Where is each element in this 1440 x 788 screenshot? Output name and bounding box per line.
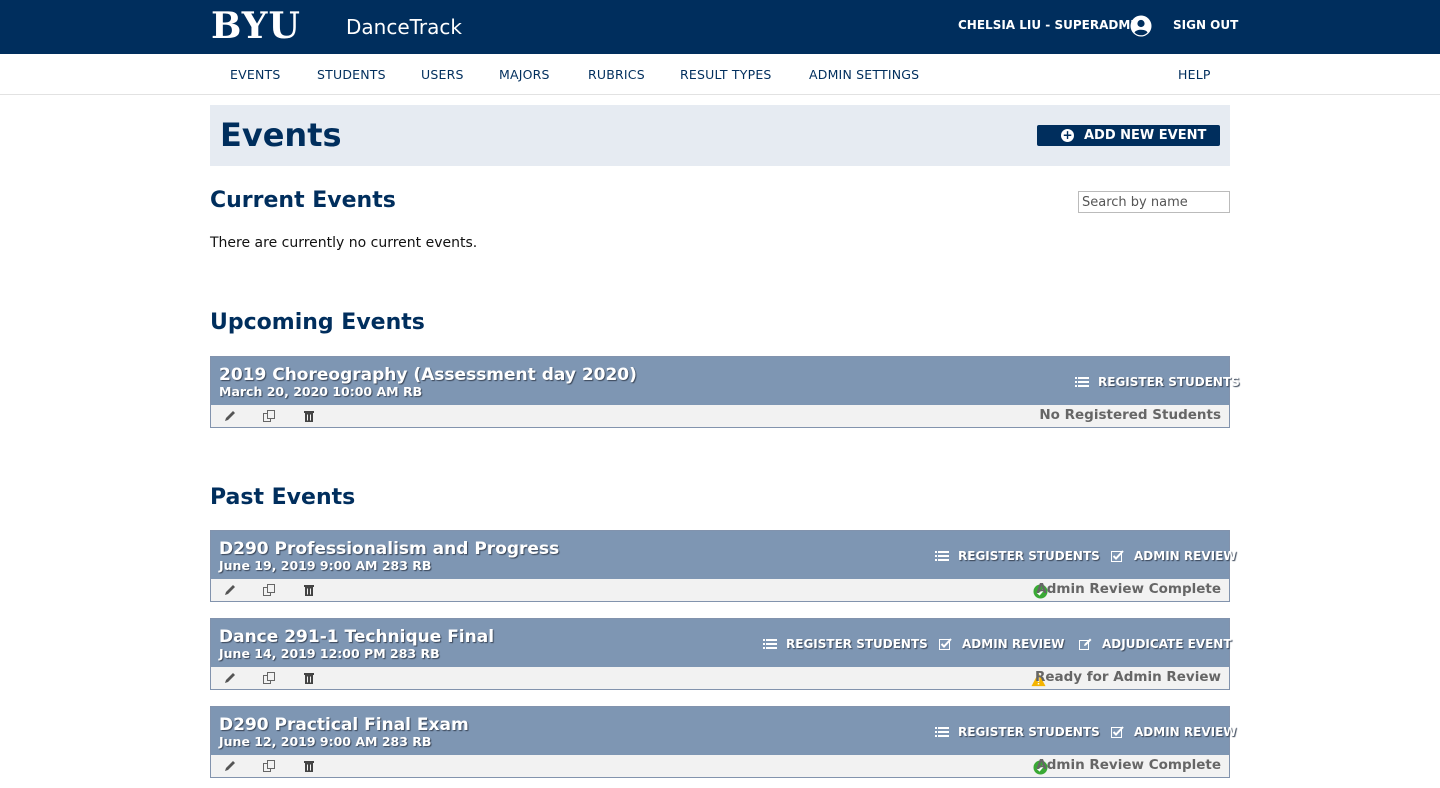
nav-events[interactable]: EVENTS xyxy=(230,67,280,83)
event-header: D290 Practical Final Exam June 12, 2019 … xyxy=(211,707,1237,755)
event-date: June 19, 2019 9:00 AM 283 RB xyxy=(219,558,432,573)
event-date: March 20, 2020 10:00 AM RB xyxy=(219,384,423,399)
checkbox-icon xyxy=(939,638,952,650)
checkbox-icon xyxy=(1111,726,1124,738)
list-icon xyxy=(1075,377,1089,387)
nav-majors[interactable]: MAJORS xyxy=(499,67,550,83)
event-title[interactable]: D290 Professionalism and Progress xyxy=(219,539,559,559)
top-bar: BYU DanceTrack CHELSIA LIU - SUPERADMIN … xyxy=(0,0,1440,54)
nav-admin-settings[interactable]: ADMIN SETTINGS xyxy=(809,67,919,83)
edit-pencil-icon[interactable] xyxy=(223,671,237,685)
event-header: D290 Professionalism and Progress June 1… xyxy=(211,531,1237,579)
current-events-title: Current Events xyxy=(210,188,396,213)
event-card: 2019 Choreography (Assessment day 2020) … xyxy=(210,356,1240,428)
event-status: No Registered Students xyxy=(1039,407,1221,423)
register-students-label: REGISTER STUDENTS xyxy=(1098,375,1240,389)
event-header: Dance 291-1 Technique Final June 14, 201… xyxy=(211,619,1232,667)
trash-icon[interactable] xyxy=(302,671,316,685)
trash-icon[interactable] xyxy=(302,409,316,423)
edit-pencil-icon[interactable] xyxy=(223,409,237,423)
byu-logo[interactable]: BYU xyxy=(211,6,301,46)
register-students-label: REGISTER STUDENTS xyxy=(786,637,928,651)
event-date: June 12, 2019 9:00 AM 283 RB xyxy=(219,734,432,749)
duplicate-icon[interactable] xyxy=(262,583,276,597)
duplicate-icon[interactable] xyxy=(262,409,276,423)
add-new-event-label: ADD NEW EVENT xyxy=(1084,128,1207,143)
search-input[interactable] xyxy=(1078,191,1230,213)
list-icon xyxy=(763,639,777,649)
page-title: Events xyxy=(220,116,342,154)
nav-rubrics[interactable]: RUBRICS xyxy=(588,67,645,83)
trash-icon[interactable] xyxy=(302,759,316,773)
main-nav: EVENTS STUDENTS USERS MAJORS RUBRICS RES… xyxy=(0,54,1440,95)
admin-review-label: ADMIN REVIEW xyxy=(1134,725,1237,739)
current-events-empty: There are currently no current events. xyxy=(210,235,478,251)
duplicate-icon[interactable] xyxy=(262,671,276,685)
event-card: D290 Practical Final Exam June 12, 2019 … xyxy=(210,706,1237,778)
page-header: Events + ADD NEW EVENT xyxy=(210,105,1230,166)
admin-review-label: ADMIN REVIEW xyxy=(1134,549,1237,563)
nav-users[interactable]: USERS xyxy=(421,67,464,83)
register-students-label: REGISTER STUDENTS xyxy=(958,549,1100,563)
duplicate-icon[interactable] xyxy=(262,759,276,773)
edit-square-icon xyxy=(1079,638,1092,650)
event-footer: Admin Review Complete xyxy=(211,755,1229,777)
list-icon xyxy=(935,551,949,561)
event-status: Ready for Admin Review xyxy=(1034,669,1221,685)
event-footer: Ready for Admin Review xyxy=(211,667,1229,689)
checkbox-icon xyxy=(1111,550,1124,562)
user-name: CHELSIA LIU - SUPERADMIN xyxy=(958,18,1145,32)
app-name[interactable]: DanceTrack xyxy=(346,15,462,39)
nav-result-types[interactable]: RESULT TYPES xyxy=(680,67,772,83)
event-title[interactable]: Dance 291-1 Technique Final xyxy=(219,627,494,647)
event-status: Admin Review Complete xyxy=(1036,581,1221,597)
upcoming-events-title: Upcoming Events xyxy=(210,310,425,335)
event-header: 2019 Choreography (Assessment day 2020) … xyxy=(211,357,1240,405)
sign-out-link[interactable]: SIGN OUT xyxy=(1173,17,1238,33)
edit-pencil-icon[interactable] xyxy=(223,583,237,597)
event-footer: Admin Review Complete xyxy=(211,579,1229,601)
event-date: June 14, 2019 12:00 PM 283 RB xyxy=(219,646,440,661)
plus-circle-icon: + xyxy=(1061,128,1074,142)
register-students-label: REGISTER STUDENTS xyxy=(958,725,1100,739)
adjudicate-event-label: ADJUDICATE EVENT xyxy=(1102,637,1232,651)
nav-help[interactable]: HELP xyxy=(1178,67,1211,83)
event-card: D290 Professionalism and Progress June 1… xyxy=(210,530,1237,602)
past-events-title: Past Events xyxy=(210,485,356,510)
event-title[interactable]: D290 Practical Final Exam xyxy=(219,715,469,735)
event-status: Admin Review Complete xyxy=(1036,757,1221,773)
trash-icon[interactable] xyxy=(302,583,316,597)
admin-review-label: ADMIN REVIEW xyxy=(962,637,1065,651)
user-avatar-icon[interactable] xyxy=(1130,15,1152,37)
edit-pencil-icon[interactable] xyxy=(223,759,237,773)
nav-students[interactable]: STUDENTS xyxy=(317,67,386,83)
event-footer: No Registered Students xyxy=(211,405,1229,427)
event-title[interactable]: 2019 Choreography (Assessment day 2020) xyxy=(219,365,637,385)
list-icon xyxy=(935,727,949,737)
event-card: Dance 291-1 Technique Final June 14, 201… xyxy=(210,618,1232,690)
add-new-event-button[interactable]: + ADD NEW EVENT xyxy=(1037,125,1220,146)
